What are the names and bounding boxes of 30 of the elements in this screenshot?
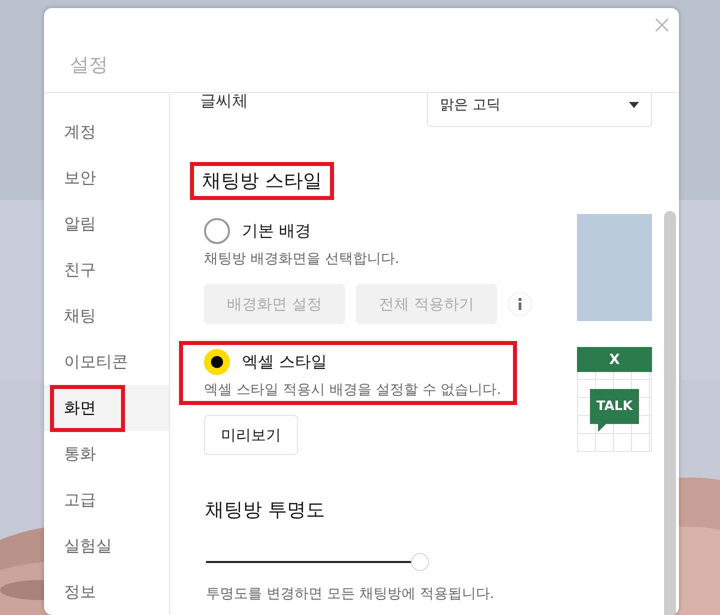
sidebar-item[interactable]: 보안: [44, 155, 169, 201]
preview-button[interactable]: 미리보기: [204, 415, 298, 455]
setting-description: 투명도를 변경하면 모든 채팅방에 적용됩니다.: [206, 585, 496, 603]
font-dropdown[interactable]: 맑은 고딕: [427, 93, 652, 127]
slider-thumb[interactable]: [411, 553, 430, 571]
sidebar-item[interactable]: 화면: [44, 385, 169, 431]
sidebar-item[interactable]: 고급: [44, 477, 169, 523]
radio-button[interactable]: [204, 218, 230, 244]
info-icon[interactable]: [508, 292, 532, 316]
sidebar-item[interactable]: 계정: [44, 109, 169, 155]
close-icon[interactable]: [655, 18, 669, 32]
sidebar-item[interactable]: 실험실: [44, 523, 169, 569]
sidebar-item[interactable]: 알림: [44, 201, 169, 247]
slider-track[interactable]: [206, 553, 428, 571]
option-label: 기본 배경: [242, 220, 312, 242]
section-title: 채팅방 스타일: [202, 169, 322, 194]
scrollbar[interactable]: [664, 211, 676, 615]
setting-label: 글씨체: [199, 93, 248, 112]
option-description: 채팅방 배경화면을 선택합니다.: [204, 250, 400, 268]
option-description: 엑셀 스타일 적용시 배경을 설정할 수 없습니다.: [204, 381, 502, 399]
sidebar-item[interactable]: 정보: [44, 569, 169, 615]
window-title: 설정: [70, 53, 108, 78]
sidebar-item[interactable]: 친구: [44, 247, 169, 293]
preview-header: X: [577, 347, 652, 372]
caret-icon: [629, 102, 639, 108]
option-label: 엑셀 스타일: [242, 352, 328, 372]
sidebar-item[interactable]: 통화: [44, 431, 169, 477]
section-title: 채팅방 투명도: [205, 498, 326, 523]
sidebar-item[interactable]: 이모티콘: [44, 339, 169, 385]
sidebar-item[interactable]: 채팅: [44, 293, 169, 339]
